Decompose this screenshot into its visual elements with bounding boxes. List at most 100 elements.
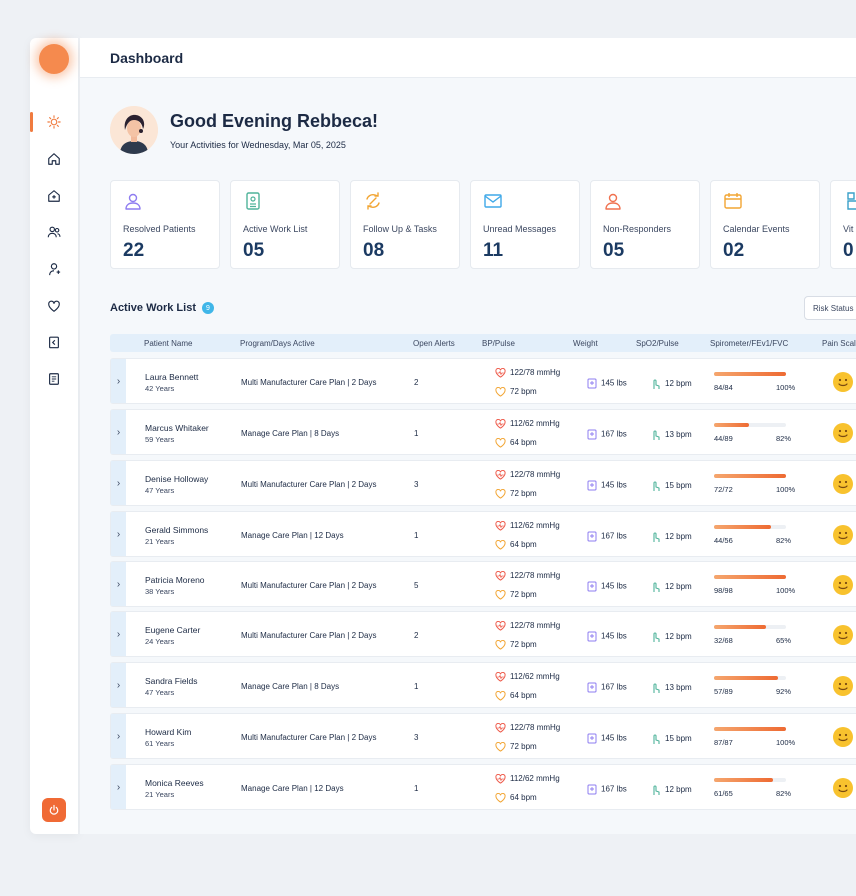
col-bp-pulse[interactable]: BP/Pulse (482, 339, 515, 348)
expand-row-button[interactable]: › (111, 512, 126, 556)
expand-row-button[interactable]: › (111, 765, 126, 809)
weight-value: 167 lbs (601, 682, 627, 692)
open-alerts: 1 (414, 531, 419, 540)
spirometer-percent: 100% (776, 586, 796, 595)
col-spirometer[interactable]: Spirometer/FEv1/FVC (710, 339, 788, 348)
col-program[interactable]: Program/Days Active (240, 339, 315, 348)
card-calendar-events[interactable]: Calendar Events 02 (710, 180, 820, 269)
card-follow-up-tasks[interactable]: Follow Up & Tasks 08 (350, 180, 460, 269)
table-row[interactable]: › Marcus Whitaker 59 Years Manage Care Plan… (110, 409, 856, 455)
spirometer-bar-fill (714, 778, 774, 782)
table-row[interactable]: › Howard Kim 61 Years Multi Manufacturer Ca… (110, 713, 856, 759)
table-row[interactable]: › Denise Holloway 47 Years Multi Manufactur… (110, 460, 856, 506)
col-open-alerts[interactable]: Open Alerts (413, 339, 455, 348)
heart-icon (495, 540, 506, 550)
envelope-icon (484, 194, 502, 208)
card-value: 22 (123, 240, 145, 261)
patient-name[interactable]: Sandra Fields (145, 676, 197, 686)
col-spo2[interactable]: SpO2/Pulse (636, 339, 679, 348)
scale-icon (587, 429, 597, 440)
worklist-title: Active Work List (110, 302, 196, 314)
patient-name[interactable]: Denise Holloway (145, 474, 208, 484)
expand-row-button[interactable]: › (111, 663, 126, 707)
sidebar-item-clinic[interactable] (30, 184, 78, 208)
logo[interactable] (39, 44, 69, 74)
spirometer-bar-fill (714, 575, 786, 579)
medical-house-icon (48, 190, 60, 202)
col-patient-name[interactable]: Patient Name (144, 339, 192, 348)
smiley-face-icon[interactable] (833, 676, 853, 696)
table-row[interactable]: › Eugene Carter 24 Years Multi Manufacturer… (110, 611, 856, 657)
smiley-face-icon[interactable] (833, 372, 853, 392)
heart-pulse-icon (495, 571, 506, 581)
smiley-face-icon[interactable] (833, 474, 853, 494)
document-icon (49, 373, 59, 385)
spirometer-value: 44/89 (714, 434, 733, 443)
scale-icon (587, 581, 597, 592)
table-row[interactable]: › Laura Bennett 42 Years Multi Manufacturer… (110, 358, 856, 404)
worklist-count-badge: 9 (202, 302, 214, 314)
patient-name[interactable]: Laura Bennett (145, 372, 198, 382)
patient-name[interactable]: Eugene Carter (145, 625, 200, 635)
smiley-face-icon[interactable] (833, 778, 853, 798)
program-days: Manage Care Plan | 12 Days (241, 531, 344, 540)
sidebar-item-tasks[interactable] (30, 330, 78, 354)
col-weight[interactable]: Weight (573, 339, 598, 348)
finger-pulse-icon (653, 430, 660, 440)
patient-name[interactable]: Patricia Moreno (145, 575, 205, 585)
top-bar: Dashboard (80, 38, 856, 78)
card-unread-messages[interactable]: Unread Messages 11 (470, 180, 580, 269)
smiley-face-icon[interactable] (833, 575, 853, 595)
smiley-face-icon[interactable] (833, 727, 853, 747)
heart-icon (495, 691, 506, 701)
expand-row-button[interactable]: › (111, 461, 126, 505)
patient-name[interactable]: Howard Kim (145, 727, 191, 737)
card-non-responders[interactable]: Non-Responders 05 (590, 180, 700, 269)
bp-cell: 122/78 mmHg (495, 723, 560, 733)
pulse-cell: 72 bpm (495, 387, 537, 397)
expand-row-button[interactable]: › (111, 410, 126, 454)
patient-name[interactable]: Monica Reeves (145, 778, 204, 788)
patient-age: 59 Years (145, 435, 175, 444)
smiley-face-icon[interactable] (833, 625, 853, 645)
card-active-work-list[interactable]: Active Work List 05 (230, 180, 340, 269)
smiley-face-icon[interactable] (833, 525, 853, 545)
smiley-face-icon[interactable] (833, 423, 853, 443)
finger-pulse-icon (653, 683, 660, 693)
table-row[interactable]: › Sandra Fields 47 Years Manage Care Plan |… (110, 662, 856, 708)
spirometer-bar-fill (714, 727, 786, 731)
spirometer-percent: 100% (776, 738, 796, 747)
sidebar-item-home[interactable] (30, 147, 78, 171)
weight-cell: 145 lbs (587, 733, 627, 744)
patient-age: 21 Years (145, 790, 175, 799)
card-resolved-patients[interactable]: Resolved Patients 22 (110, 180, 220, 269)
sidebar-item-reports[interactable] (30, 367, 78, 391)
sidebar-item-health[interactable] (30, 294, 78, 318)
heart-icon (48, 300, 60, 312)
spirometer-percent: 100% (776, 383, 796, 392)
patient-name[interactable]: Gerald Simmons (145, 525, 208, 535)
table-row[interactable]: › Patricia Moreno 38 Years Multi Manufactur… (110, 561, 856, 607)
patient-name[interactable]: Marcus Whitaker (145, 423, 209, 433)
program-days: Multi Manufacturer Care Plan | 2 Days (241, 581, 377, 590)
logout-button[interactable] (42, 798, 66, 822)
sidebar-item-patients[interactable] (30, 220, 78, 244)
col-pain-scale[interactable]: Pain Scale (822, 339, 856, 348)
greeting-title: Good Evening Rebbeca! (170, 110, 379, 131)
expand-row-button[interactable]: › (111, 714, 126, 758)
card-vitals[interactable]: Vit 0 (830, 180, 856, 269)
expand-row-button[interactable]: › (111, 612, 126, 656)
scale-icon (587, 531, 597, 542)
worklist-header: Active Work List 9 (110, 302, 214, 314)
table-row[interactable]: › Monica Reeves 21 Years Manage Care Plan |… (110, 764, 856, 810)
scale-icon (587, 733, 597, 744)
expand-row-button[interactable]: › (111, 562, 126, 606)
expand-row-button[interactable]: › (111, 359, 126, 403)
power-icon (49, 804, 59, 815)
open-alerts: 3 (414, 480, 419, 489)
table-row[interactable]: › Gerald Simmons 21 Years Manage Care Plan … (110, 511, 856, 557)
risk-status-filter[interactable]: Risk Status : (804, 296, 856, 320)
sidebar-item-overview[interactable] (30, 110, 78, 134)
heart-icon (495, 489, 506, 499)
sidebar-item-add-user[interactable] (30, 257, 78, 281)
